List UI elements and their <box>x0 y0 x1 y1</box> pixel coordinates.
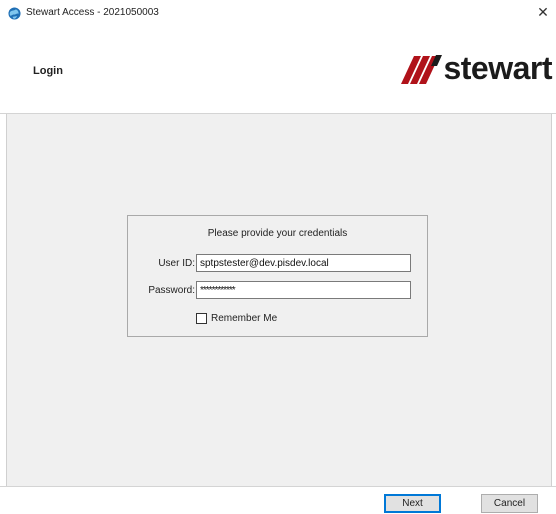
title-bar: Stewart Access - 2021050003 ✕ <box>0 0 556 28</box>
password-label: Password: <box>148 285 195 296</box>
credentials-box: Please provide your credentials User ID:… <box>127 215 428 337</box>
stewart-logo: stewart <box>400 50 552 90</box>
cancel-button[interactable]: Cancel <box>481 494 538 513</box>
user-id-input[interactable] <box>196 254 411 272</box>
main-panel: Please provide your credentials User ID:… <box>6 114 552 486</box>
close-icon[interactable]: ✕ <box>536 4 550 20</box>
app-globe-icon <box>8 7 21 20</box>
remember-me-label: Remember Me <box>211 312 278 324</box>
header-banner: Login stewart <box>0 28 556 113</box>
next-button[interactable]: Next <box>384 494 441 513</box>
password-input[interactable] <box>196 281 411 299</box>
window-title: Stewart Access - 2021050003 <box>26 7 159 18</box>
logo-text: stewart <box>443 50 552 86</box>
stewart-slashes-logo <box>401 55 443 84</box>
user-id-label: User ID: <box>158 258 195 269</box>
page-title: Login <box>33 65 63 77</box>
footer-bar: Next Cancel <box>0 487 556 514</box>
checkbox-box[interactable] <box>196 312 207 324</box>
remember-me-checkbox[interactable]: Remember Me <box>196 311 277 325</box>
credentials-prompt: Please provide your credentials <box>207 228 348 239</box>
